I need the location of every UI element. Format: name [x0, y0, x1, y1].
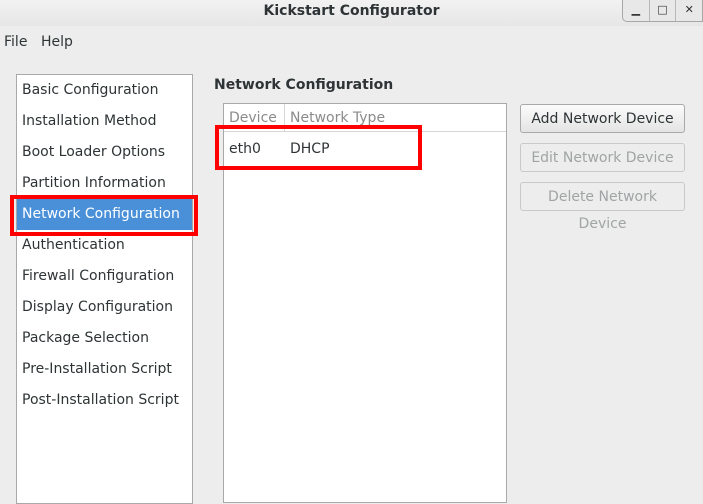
delete-network-device-button[interactable]: Delete Network Device [520, 182, 685, 232]
cell-network-type: DHCP [290, 141, 330, 157]
edit-network-device-button[interactable]: Edit Network Device [520, 143, 685, 172]
sidebar-item-package-selection[interactable]: Package Selection [17, 323, 192, 354]
menu-file[interactable]: File [4, 34, 27, 50]
table-row[interactable]: eth0 DHCP [224, 137, 506, 161]
sidebar-item-installation-method[interactable]: Installation Method [17, 106, 192, 137]
column-header-network-type[interactable]: Network Type [285, 104, 506, 131]
sidebar-item-firewall-configuration[interactable]: Firewall Configuration [17, 261, 192, 292]
maximize-icon[interactable]: □ [650, 0, 677, 21]
window-controls: ▁ □ ✕ [622, 0, 703, 22]
menu-help[interactable]: Help [41, 34, 73, 50]
section-title: Network Configuration [214, 77, 394, 93]
sidebar-item-basic-configuration[interactable]: Basic Configuration [17, 75, 192, 106]
close-icon[interactable]: ✕ [676, 0, 702, 21]
sidebar-item-boot-loader-options[interactable]: Boot Loader Options [17, 137, 192, 168]
sidebar-item-display-configuration[interactable]: Display Configuration [17, 292, 192, 323]
column-header-device[interactable]: Device [224, 104, 285, 131]
network-device-table[interactable]: Device Network Type eth0 DHCP [223, 103, 507, 503]
table-header: Device Network Type [224, 104, 506, 132]
sidebar: Basic Configuration Installation Method … [16, 74, 193, 504]
sidebar-item-pre-installation-script[interactable]: Pre-Installation Script [17, 354, 192, 385]
sidebar-item-partition-information[interactable]: Partition Information [17, 168, 192, 199]
sidebar-item-authentication[interactable]: Authentication [17, 230, 192, 261]
add-network-device-button[interactable]: Add Network Device [520, 104, 685, 133]
sidebar-item-post-installation-script[interactable]: Post-Installation Script [17, 385, 192, 416]
title-bar: Kickstart Configurator ▁ □ ✕ [0, 0, 703, 26]
window-title: Kickstart Configurator [263, 3, 440, 19]
cell-device: eth0 [229, 141, 261, 157]
sidebar-item-network-configuration[interactable]: Network Configuration [17, 199, 192, 230]
minimize-icon[interactable]: ▁ [623, 0, 650, 21]
